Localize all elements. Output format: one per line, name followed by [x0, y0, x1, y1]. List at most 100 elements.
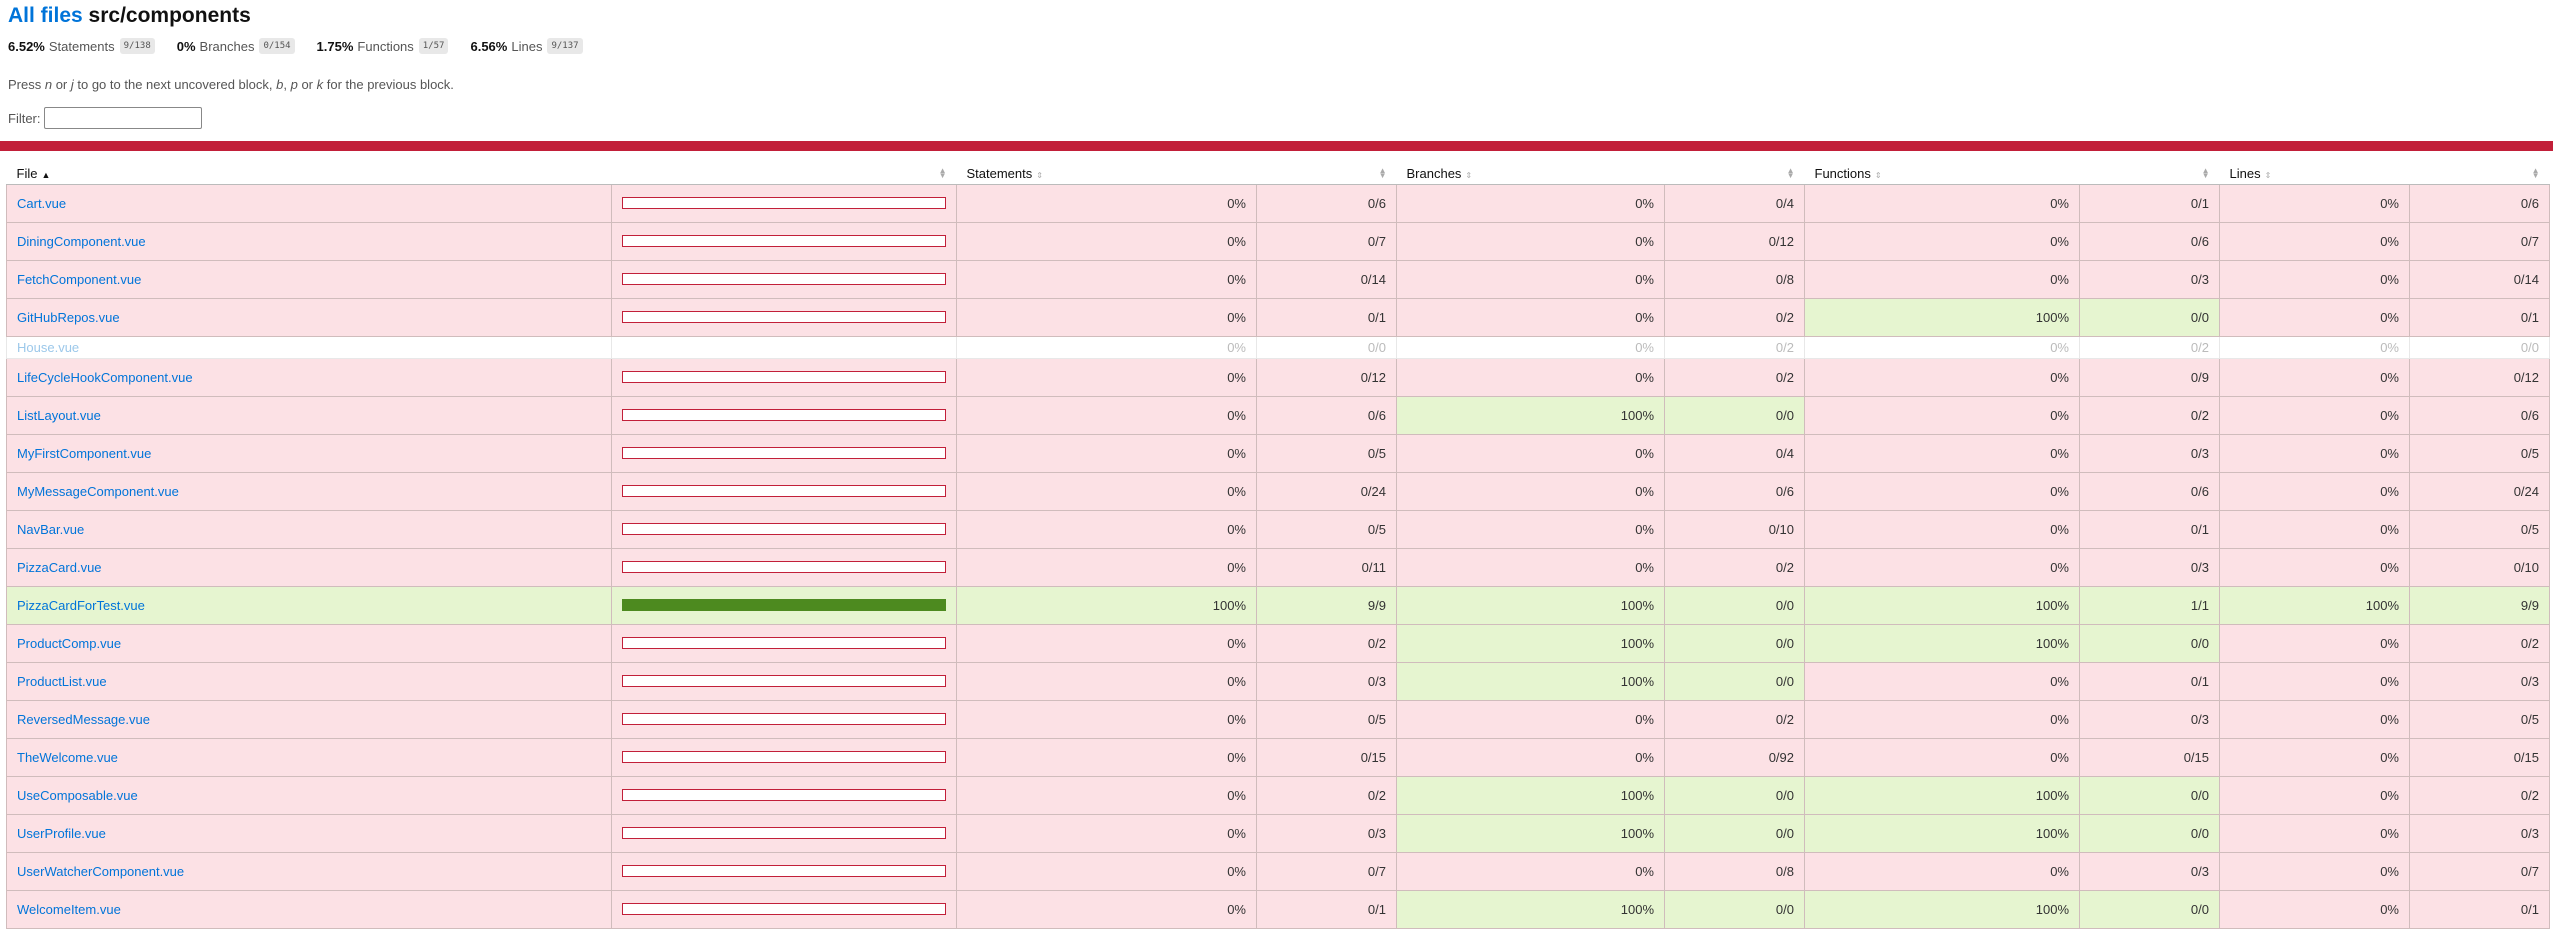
lines-pct-cell: 0%	[2219, 889, 2410, 929]
branches-frac-cell: 0/0	[1664, 889, 1805, 929]
file-link[interactable]: PizzaCard.vue	[17, 560, 102, 575]
statements-frac-cell: 0/3	[1256, 661, 1397, 701]
coverage-bar-cell	[611, 851, 957, 891]
header-functions-frac[interactable]: ▲ ▼	[2079, 163, 2220, 185]
file-link[interactable]: ReversedMessage.vue	[17, 712, 150, 727]
coverage-bar-cell	[611, 183, 957, 223]
branches-pct-cell: 0%	[1396, 509, 1665, 549]
header-functions[interactable]: Functions ⇕	[1804, 163, 2080, 185]
header-lines[interactable]: Lines ⇕	[2219, 163, 2410, 185]
statements-frac-cell: 0/2	[1256, 775, 1397, 815]
coverage-bar	[622, 789, 946, 801]
coverage-bar-cell	[611, 357, 957, 397]
file-link[interactable]: MyMessageComponent.vue	[17, 484, 179, 499]
file-link[interactable]: ProductList.vue	[17, 674, 107, 689]
file-link[interactable]: PizzaCardForTest.vue	[17, 598, 145, 613]
file-cell: ReversedMessage.vue	[6, 699, 612, 739]
coverage-bar-cell	[611, 221, 957, 261]
header-statements-frac[interactable]: ▲ ▼	[1256, 163, 1397, 185]
file-link[interactable]: TheWelcome.vue	[17, 750, 118, 765]
summary-label: Statements	[48, 38, 115, 54]
branches-pct-cell: 0%	[1396, 183, 1665, 223]
functions-pct-cell: 100%	[1804, 623, 2080, 663]
coverage-bar-cell	[611, 297, 957, 337]
functions-frac-cell: 0/3	[2079, 851, 2220, 891]
file-link[interactable]: WelcomeItem.vue	[17, 902, 121, 917]
lines-frac-cell: 0/24	[2409, 471, 2550, 511]
header-lines-frac[interactable]: ▲ ▼	[2409, 163, 2550, 185]
all-files-link[interactable]: All files	[8, 4, 83, 27]
header-branches-frac[interactable]: ▲ ▼	[1664, 163, 1805, 185]
coverage-bar	[622, 751, 946, 763]
lines-frac-cell: 0/10	[2409, 547, 2550, 587]
coverage-bar-cell	[611, 813, 957, 853]
sort-icon: ▲ ▼	[1378, 166, 1387, 180]
header-statements[interactable]: Statements ⇕	[956, 163, 1257, 185]
lines-pct-cell: 0%	[2219, 183, 2410, 223]
lines-frac-cell: 0/15	[2409, 737, 2550, 777]
lines-frac-cell: 0/6	[2409, 395, 2550, 435]
file-cell: UseComposable.vue	[6, 775, 612, 815]
filter-label: Filter:	[8, 110, 41, 126]
table-row: WelcomeItem.vue 0% 0/1 100% 0/0 100% 0/0 0% 0/1	[6, 889, 2550, 929]
statements-frac-cell: 0/5	[1256, 433, 1397, 473]
lines-frac-cell: 0/0	[2409, 335, 2550, 359]
hint-text: ,	[283, 77, 291, 92]
header-statements-label: Statements	[966, 165, 1033, 181]
file-link[interactable]: UserProfile.vue	[17, 826, 106, 841]
file-link[interactable]: ListLayout.vue	[17, 408, 101, 423]
branches-frac-cell: 0/0	[1664, 585, 1805, 625]
functions-pct-cell: 0%	[1804, 259, 2080, 299]
summary-fraction: 9/137	[547, 38, 583, 54]
filter-input[interactable]	[43, 107, 202, 129]
file-link[interactable]: House.vue	[17, 340, 79, 355]
statements-frac-cell: 0/24	[1256, 471, 1397, 511]
functions-frac-cell: 1/1	[2079, 585, 2220, 625]
functions-frac-cell: 0/15	[2079, 737, 2220, 777]
header-branches[interactable]: Branches ⇕	[1396, 163, 1665, 185]
statements-frac-cell: 9/9	[1256, 585, 1397, 625]
header-bar[interactable]: ▲ ▼	[611, 163, 957, 185]
branches-frac-cell: 0/0	[1664, 775, 1805, 815]
file-link[interactable]: Cart.vue	[17, 196, 66, 211]
file-link[interactable]: LifeCycleHookComponent.vue	[17, 370, 193, 385]
coverage-bar-cell	[611, 433, 957, 473]
lines-frac-cell: 0/5	[2409, 509, 2550, 549]
file-cell: FetchComponent.vue	[6, 259, 612, 299]
file-link[interactable]: DiningComponent.vue	[17, 234, 146, 249]
statements-frac-cell: 0/6	[1256, 395, 1397, 435]
lines-pct-cell: 0%	[2219, 699, 2410, 739]
file-link[interactable]: FetchComponent.vue	[17, 272, 141, 287]
file-link[interactable]: UseComposable.vue	[17, 788, 138, 803]
lines-frac-cell: 0/7	[2409, 221, 2550, 261]
lines-pct-cell: 0%	[2219, 259, 2410, 299]
functions-pct-cell: 0%	[1804, 661, 2080, 701]
header-lines-label: Lines	[2229, 165, 2261, 181]
table-row: MyMessageComponent.vue 0% 0/24 0% 0/6 0% 0/6 0%…	[6, 471, 2550, 511]
header-file[interactable]: File ▲	[6, 163, 612, 185]
branches-frac-cell: 0/0	[1664, 661, 1805, 701]
coverage-bar	[622, 409, 946, 421]
lines-pct-cell: 0%	[2219, 775, 2410, 815]
file-cell: PizzaCard.vue	[6, 547, 612, 587]
functions-frac-cell: 0/0	[2079, 775, 2220, 815]
table-row: MyFirstComponent.vue 0% 0/5 0% 0/4 0% 0/3 0% 0/5	[6, 433, 2550, 473]
coverage-bar	[622, 273, 946, 285]
branches-pct-cell: 100%	[1396, 585, 1665, 625]
file-link[interactable]: NavBar.vue	[17, 522, 84, 537]
table-row: LifeCycleHookComponent.vue 0% 0/12 0% 0/2 0% 0…	[6, 357, 2550, 397]
coverage-bar	[622, 311, 946, 323]
file-link[interactable]: GitHubRepos.vue	[17, 310, 120, 325]
lines-pct-cell: 0%	[2219, 335, 2410, 359]
table-row: PizzaCardForTest.vue 100% 9/9 100% 0/0 100% 1/…	[6, 585, 2550, 625]
coverage-bar-cell	[611, 471, 957, 511]
statements-pct-cell: 0%	[956, 813, 1257, 853]
functions-pct-cell: 100%	[1804, 297, 2080, 337]
file-link[interactable]: UserWatcherComponent.vue	[17, 864, 184, 879]
file-link[interactable]: MyFirstComponent.vue	[17, 446, 151, 461]
file-cell: UserWatcherComponent.vue	[6, 851, 612, 891]
file-link[interactable]: ProductComp.vue	[17, 636, 121, 651]
statements-frac-cell: 0/1	[1256, 297, 1397, 337]
branches-frac-cell: 0/0	[1664, 623, 1805, 663]
functions-pct-cell: 100%	[1804, 889, 2080, 929]
